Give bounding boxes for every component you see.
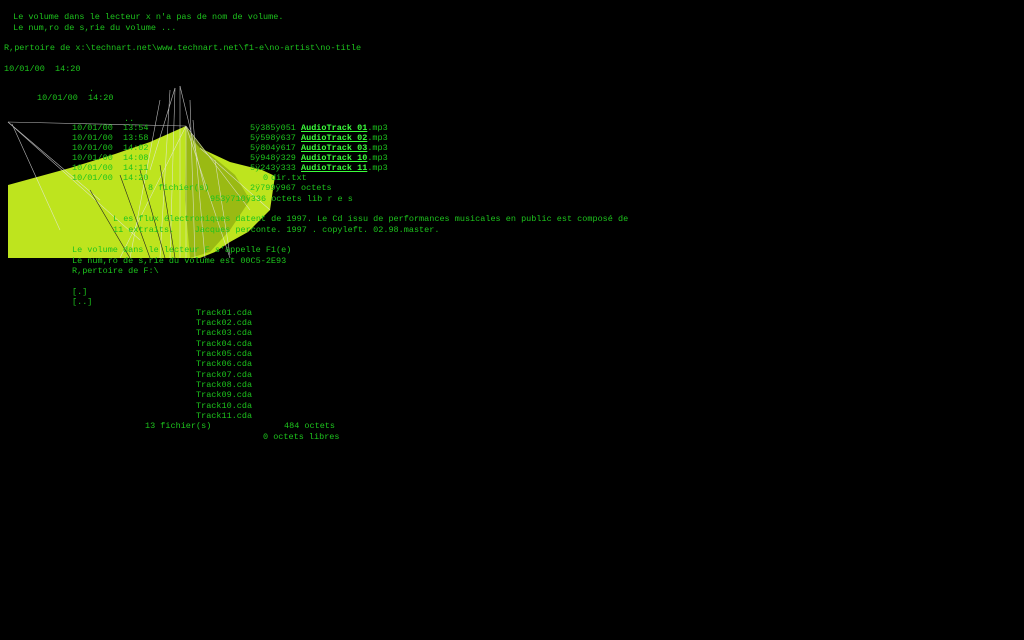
- file-link[interactable]: AudioTrack 01: [301, 123, 367, 133]
- volume-serial-line: Le num,ro de s,rie du volume ...: [8, 23, 177, 33]
- file-link[interactable]: AudioTrack 03: [301, 143, 367, 153]
- file-date: 10/01/00 14:02: [72, 143, 149, 153]
- sound-waveform-graphic: [7, 85, 275, 259]
- files-total-size: 2ÿ799ÿ967 octets: [250, 183, 332, 193]
- file-entry[interactable]: AudioTrack 01.mp3: [301, 123, 388, 133]
- file-link[interactable]: AudioTrack 02: [301, 133, 367, 143]
- footer-bytes: 484 octets: [284, 421, 336, 431]
- track-entry: Track05.cda: [196, 349, 253, 359]
- file-extension: .mp3: [367, 123, 388, 133]
- file-entry[interactable]: AudioTrack 10.mp3: [301, 153, 388, 163]
- file-date: 10/01/00 14:08: [72, 153, 149, 163]
- track-entry: Track11.cda: [196, 411, 253, 421]
- file-date: 10/01/00 13:58: [72, 133, 149, 143]
- file-size: 5ÿ598ÿ637: [250, 133, 296, 143]
- file-extension: .mp3: [367, 163, 388, 173]
- file-date: 10/01/00 14:20: [72, 173, 149, 183]
- file-link[interactable]: AudioTrack 10: [301, 153, 367, 163]
- dir-current: [.]: [72, 287, 88, 297]
- footer-free-space: 0 octets libres: [263, 432, 340, 442]
- track-entry: Track01.cda: [196, 308, 253, 318]
- file-date: 10/01/00 14:11: [72, 163, 149, 173]
- volume-label-line: Le volume dans le lecteur x n'a pas de n…: [8, 12, 284, 22]
- file-date: 10/01/00 13:54: [72, 123, 149, 133]
- file-size: 5ÿ804ÿ617: [250, 143, 296, 153]
- file-size: 5ÿ948ÿ329: [250, 153, 296, 163]
- file-extension: .mp3: [367, 143, 388, 153]
- volume-f-path: R,pertoire de F:\: [72, 266, 159, 276]
- directory-date: 10/01/00 14:20: [4, 64, 81, 74]
- track-entry: Track10.cda: [196, 401, 253, 411]
- track-entry: Track09.cda: [196, 390, 253, 400]
- file-entry[interactable]: AudioTrack 11.mp3: [301, 163, 388, 173]
- file-entry[interactable]: AudioTrack 02.mp3: [301, 133, 388, 143]
- footer-files-count: 13 fichier(s): [145, 421, 212, 431]
- description-line-2: 11 extraits. Jacques perconte. 1997 . co…: [113, 225, 440, 235]
- file-size: 0: [263, 173, 269, 183]
- file-entry[interactable]: AudioTrack 03.mp3: [301, 143, 388, 153]
- track-entry: Track08.cda: [196, 380, 253, 390]
- directory-path: R,pertoire de x:\technart.net\www.techna…: [4, 43, 362, 53]
- track-entry: Track06.cda: [196, 359, 253, 369]
- volume-f-label: Le volume dans le lecteur F s'appelle F1…: [72, 245, 292, 255]
- description-line-1: L es flux électroniques datent de 1997. …: [113, 214, 629, 224]
- free-space: 953ÿ710ÿ336 octets lib r e s: [210, 194, 353, 204]
- track-entry: Track03.cda: [196, 328, 253, 338]
- current-dir-date: 10/01/00 14:20: [37, 93, 114, 103]
- file-size: 5ÿ243ÿ333: [250, 163, 296, 173]
- dir-parent: [..]: [72, 297, 93, 307]
- volume-f-serial: Le num,ro de s,rie du volume est 00C5-2E…: [72, 256, 287, 266]
- file-extension: .mp3: [367, 133, 388, 143]
- track-entry: Track07.cda: [196, 370, 253, 380]
- track-entry: Track02.cda: [196, 318, 253, 328]
- dirtxt-name: dir.txt: [271, 173, 307, 183]
- file-extension: .mp3: [367, 153, 388, 163]
- track-entry: Track04.cda: [196, 339, 253, 349]
- files-count: 8 fichier(s): [148, 183, 210, 193]
- file-size: 5ÿ385ÿ051: [250, 123, 296, 133]
- file-link[interactable]: AudioTrack 11: [301, 163, 367, 173]
